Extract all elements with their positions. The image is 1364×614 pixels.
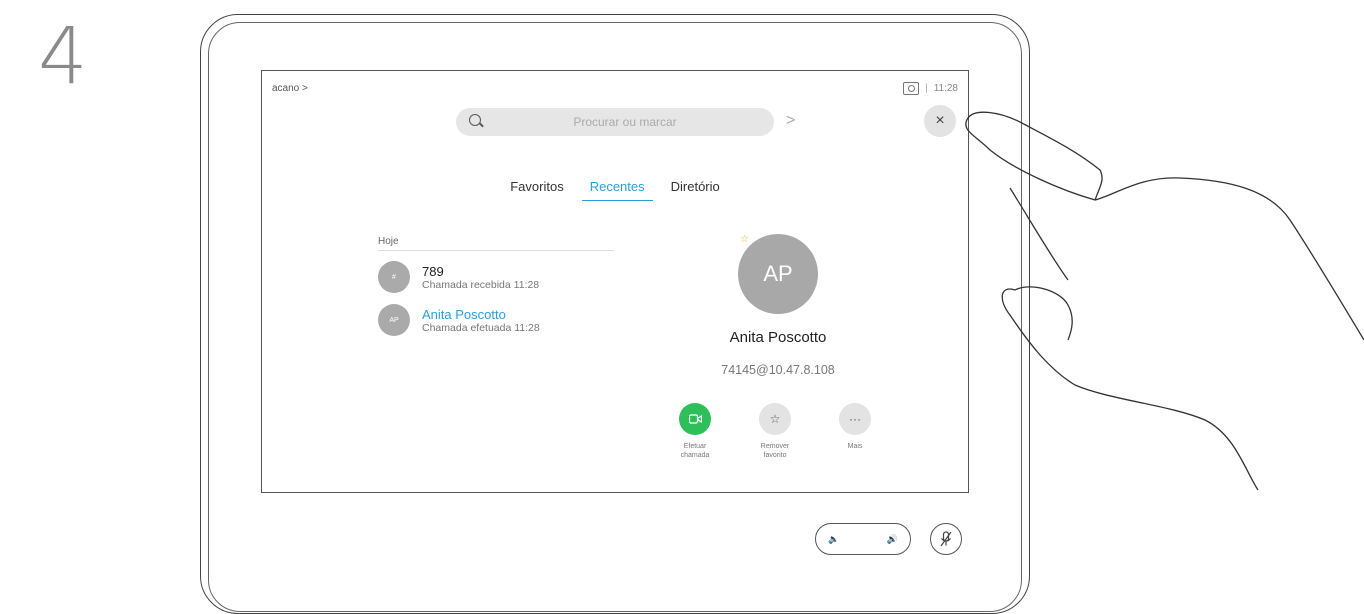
- pointing-hand-illustration: [965, 111, 1364, 491]
